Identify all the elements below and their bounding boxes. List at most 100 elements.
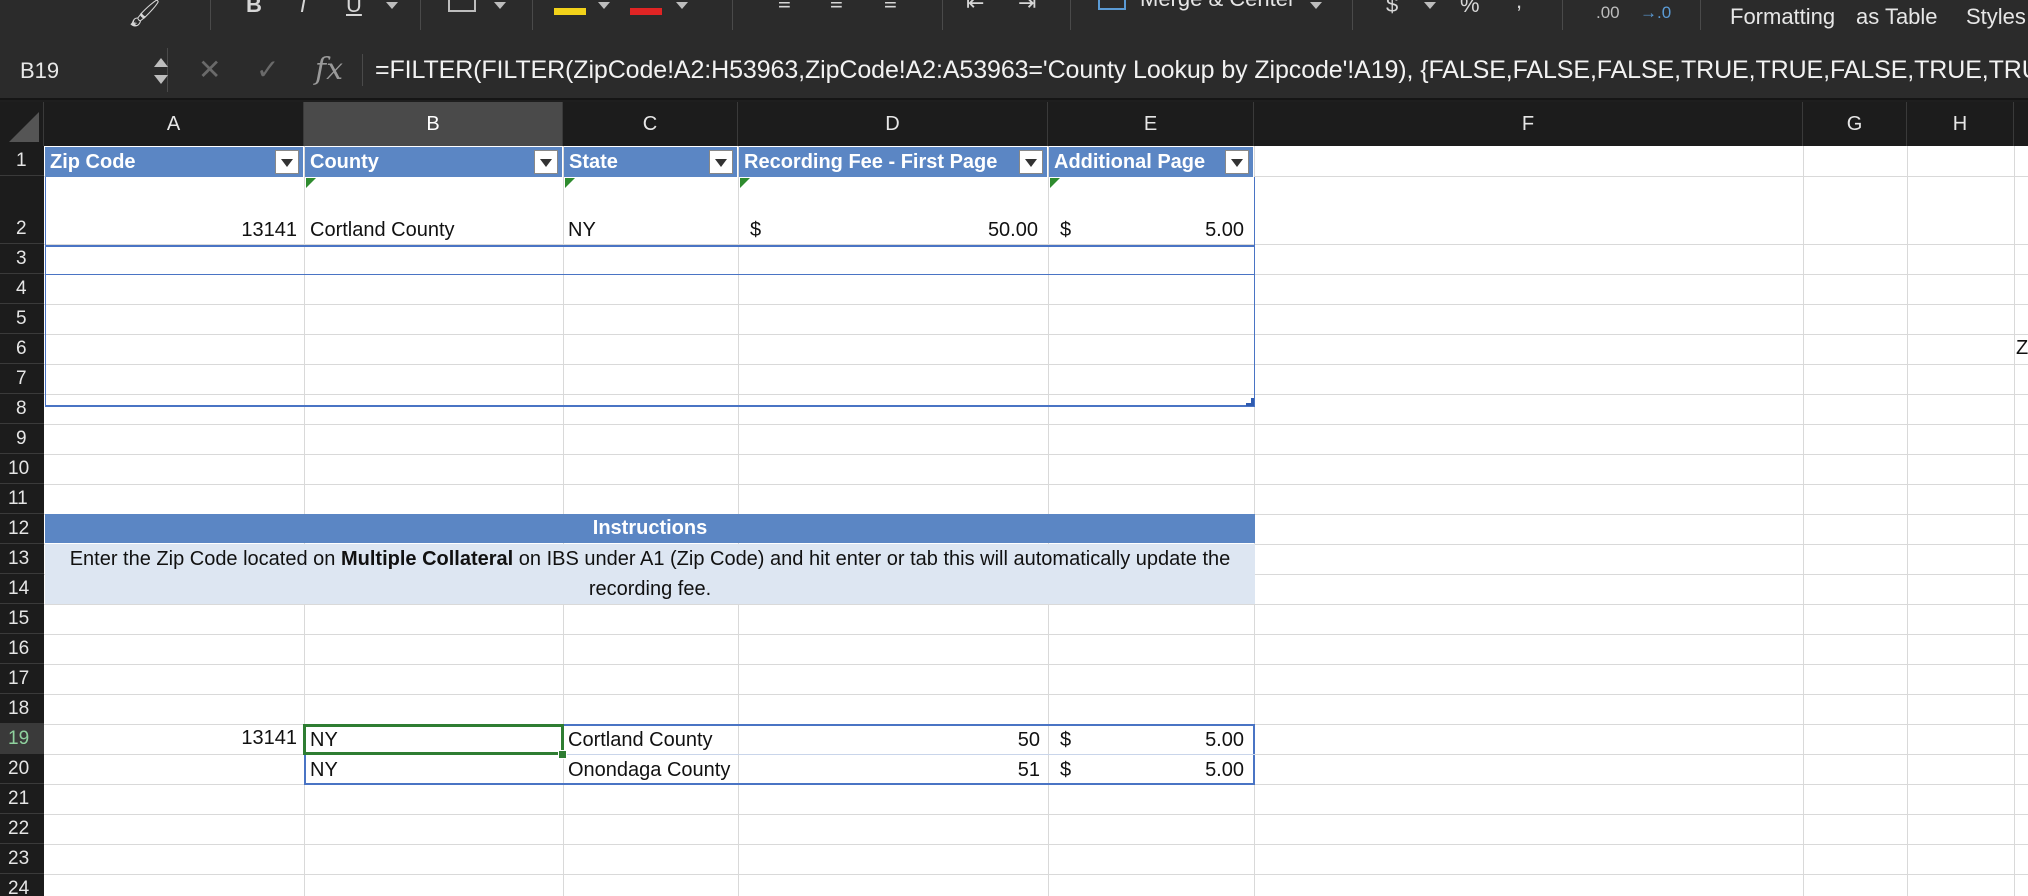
underline-dropdown-icon[interactable]: [386, 2, 398, 9]
name-box-down-icon[interactable]: [154, 75, 168, 84]
formula-input[interactable]: =FILTER(FILTER(ZipCode!A2:H53963,ZipCode…: [375, 56, 2028, 85]
merge-dropdown-icon[interactable]: [1310, 2, 1322, 9]
cell-e2[interactable]: 5.00: [1090, 216, 1244, 244]
cell-e20[interactable]: 5.00: [1090, 756, 1244, 784]
cancel-icon[interactable]: ✕: [198, 56, 221, 84]
error-indicator-icon[interactable]: [306, 178, 316, 188]
row-header[interactable]: 21: [0, 784, 44, 814]
underline-button[interactable]: U: [346, 0, 362, 16]
row-header[interactable]: 2: [0, 176, 44, 244]
format-painter-icon[interactable]: 🖌: [128, 0, 161, 26]
fill-color-icon[interactable]: [554, 8, 586, 15]
cell-b20[interactable]: NY: [310, 756, 560, 784]
format-as-table-label[interactable]: as Table: [1856, 4, 1938, 30]
italic-button[interactable]: I: [300, 0, 306, 16]
row-header[interactable]: 8: [0, 394, 44, 424]
column-header-b[interactable]: B: [304, 102, 563, 146]
increase-indent-icon[interactable]: ⇥: [1018, 0, 1036, 14]
table-header-additional-page: Additional Page: [1049, 147, 1254, 177]
select-all-corner[interactable]: [0, 102, 44, 146]
cell-b19[interactable]: NY: [310, 726, 560, 754]
column-header-e[interactable]: E: [1048, 102, 1254, 146]
row-header[interactable]: 14: [0, 574, 44, 604]
row-header[interactable]: 22: [0, 814, 44, 844]
cell-d2-currency: $: [750, 219, 762, 241]
insert-function-icon[interactable]: fx: [315, 52, 343, 87]
row-header[interactable]: 16: [0, 634, 44, 664]
comma-button[interactable]: ,: [1516, 0, 1522, 12]
row-header[interactable]: 1: [0, 146, 44, 176]
ribbon: 🖌 B I U ≡ ≡ ≡ ⇤ ⇥ Merge & Center $ % , .…: [0, 0, 2028, 42]
cell-e19[interactable]: 5.00: [1090, 726, 1244, 754]
instructions-text: recording fee.: [588, 578, 712, 600]
merge-center-icon[interactable]: [1098, 0, 1126, 10]
cell-b2[interactable]: Cortland County: [310, 216, 562, 244]
name-box-up-icon[interactable]: [154, 58, 168, 67]
fill-color-dropdown-icon[interactable]: [598, 2, 610, 9]
cell-c2[interactable]: NY: [568, 216, 736, 244]
merge-center-button[interactable]: Merge & Center: [1140, 0, 1295, 12]
cell-styles-label[interactable]: Styles: [1966, 4, 2026, 30]
column-header-f[interactable]: F: [1254, 102, 1803, 146]
borders-dropdown-icon[interactable]: [494, 2, 506, 9]
row-header[interactable]: 5: [0, 304, 44, 334]
row-header[interactable]: 4: [0, 274, 44, 304]
column-header-c[interactable]: C: [563, 102, 738, 146]
cell-c19[interactable]: Cortland County: [568, 726, 738, 754]
column-headers: A B C D E F G H: [0, 102, 2028, 146]
cell-a2[interactable]: 13141: [45, 216, 297, 244]
column-header-g[interactable]: G: [1803, 102, 1907, 146]
row-header[interactable]: 7: [0, 364, 44, 394]
percent-button[interactable]: %: [1460, 0, 1480, 16]
row-header[interactable]: 3: [0, 244, 44, 274]
increase-decimal-button[interactable]: →.0: [1640, 2, 1671, 24]
align-right-icon[interactable]: ≡: [884, 0, 897, 14]
font-color-dropdown-icon[interactable]: [676, 2, 688, 9]
filter-dropdown-icon[interactable]: [1225, 150, 1249, 174]
error-indicator-icon[interactable]: [565, 178, 575, 188]
row-header[interactable]: 9: [0, 424, 44, 454]
cell-c20[interactable]: Onondaga County: [568, 756, 738, 784]
cell-d2[interactable]: 50.00: [860, 216, 1038, 244]
bold-button[interactable]: B: [246, 0, 262, 16]
column-header-a[interactable]: A: [44, 102, 304, 146]
row-header[interactable]: 13: [0, 544, 44, 574]
row-header[interactable]: 20: [0, 754, 44, 784]
conditional-formatting-label[interactable]: Formatting: [1730, 4, 1835, 30]
decrease-indent-icon[interactable]: ⇤: [966, 0, 984, 14]
row-header[interactable]: 17: [0, 664, 44, 694]
currency-button[interactable]: $: [1386, 0, 1398, 16]
decrease-decimal-button[interactable]: .00: [1596, 2, 1620, 24]
row-header[interactable]: 12: [0, 514, 44, 544]
font-color-icon[interactable]: [630, 8, 662, 15]
borders-icon[interactable]: [448, 0, 476, 12]
confirm-icon[interactable]: ✓: [256, 56, 279, 84]
row-header[interactable]: 10: [0, 454, 44, 484]
row-header[interactable]: 18: [0, 694, 44, 724]
filter-dropdown-icon[interactable]: [1019, 150, 1043, 174]
name-box[interactable]: B19: [8, 48, 168, 92]
spreadsheet-grid[interactable]: A B C D E F G H 1 2 3 4 5 6 7 8 9 10 11 …: [0, 102, 2028, 896]
cell-i6-fragment[interactable]: Z: [2016, 334, 2028, 362]
error-indicator-icon[interactable]: [740, 178, 750, 188]
currency-dropdown-icon[interactable]: [1424, 2, 1436, 9]
row-header[interactable]: 11: [0, 484, 44, 514]
row-header[interactable]: 6: [0, 334, 44, 364]
cell-d20[interactable]: 51: [740, 756, 1040, 784]
row-header-selected[interactable]: 19: [0, 724, 44, 754]
align-left-icon[interactable]: ≡: [778, 0, 791, 14]
row-header[interactable]: 23: [0, 844, 44, 874]
filter-dropdown-icon[interactable]: [275, 150, 299, 174]
cell-d19[interactable]: 50: [740, 726, 1040, 754]
filter-dropdown-icon[interactable]: [534, 150, 558, 174]
row-header[interactable]: 15: [0, 604, 44, 634]
formula-bar: B19 ✕ ✓ fx =FILTER(FILTER(ZipCode!A2:H53…: [0, 42, 2028, 100]
error-indicator-icon[interactable]: [1050, 178, 1060, 188]
cell-a19[interactable]: 13141: [45, 724, 297, 752]
table-resize-handle[interactable]: [1246, 398, 1254, 406]
row-header[interactable]: 24: [0, 874, 44, 896]
column-header-h[interactable]: H: [1907, 102, 2014, 146]
filter-dropdown-icon[interactable]: [709, 150, 733, 174]
align-center-icon[interactable]: ≡: [830, 0, 843, 14]
column-header-d[interactable]: D: [738, 102, 1048, 146]
